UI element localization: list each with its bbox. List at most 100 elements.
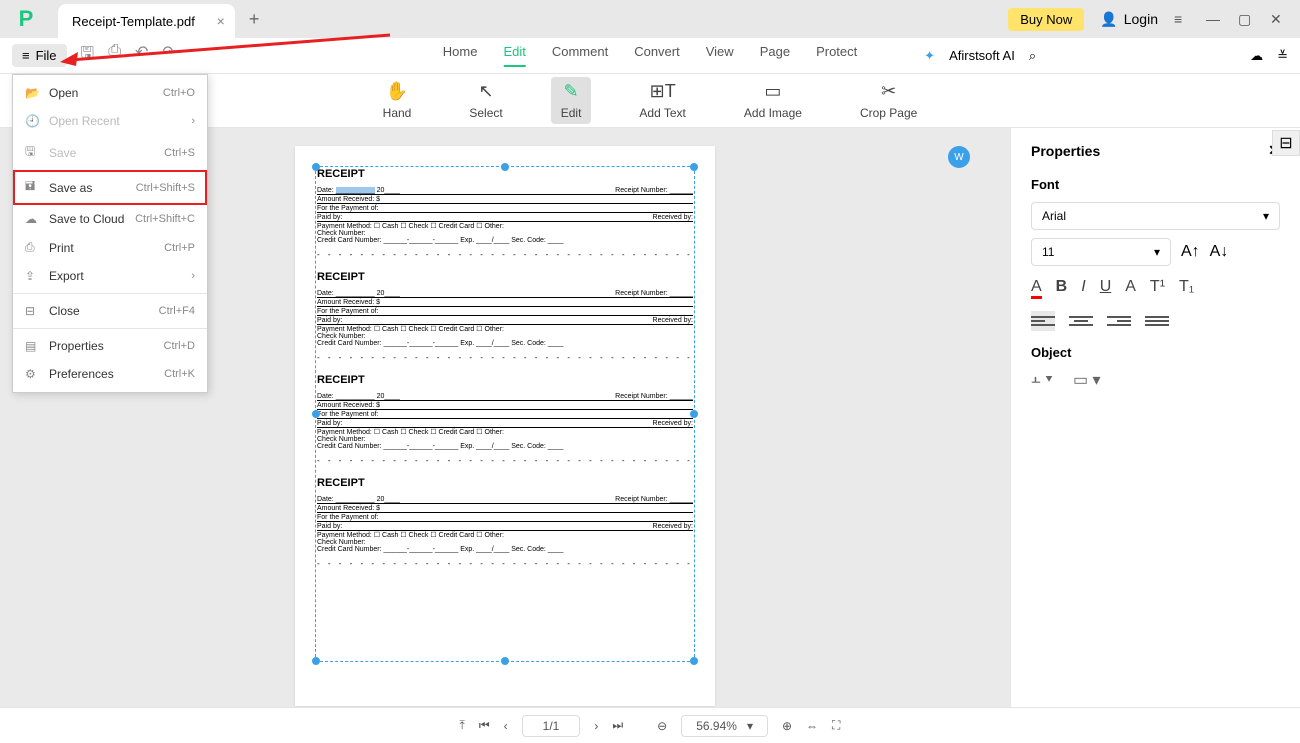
tab-convert[interactable]: Convert bbox=[634, 44, 680, 67]
menu-open[interactable]: 📂OpenCtrl+O bbox=[13, 79, 207, 107]
object-section-label: Object bbox=[1031, 345, 1280, 360]
prev-page-icon[interactable]: ‹ bbox=[504, 719, 508, 733]
next-page-icon[interactable]: › bbox=[594, 719, 598, 733]
subscript-icon[interactable]: T₁ bbox=[1179, 278, 1194, 299]
save-as-icon: 🖬 bbox=[25, 177, 39, 198]
file-dropdown-menu: 📂OpenCtrl+O 🕘Open Recent› 🖫SaveCtrl+S 🖬S… bbox=[12, 74, 208, 393]
align-center-icon[interactable] bbox=[1069, 311, 1093, 331]
align-left-icon[interactable] bbox=[1031, 311, 1055, 331]
page-number-field[interactable]: 1/1 bbox=[522, 715, 581, 737]
buy-now-button[interactable]: Buy Now bbox=[1008, 8, 1084, 31]
superscript-icon[interactable]: T¹ bbox=[1150, 278, 1165, 299]
menu-save-cloud[interactable]: ☁Save to CloudCtrl+Shift+C bbox=[13, 205, 207, 233]
bold-icon[interactable]: B bbox=[1056, 278, 1068, 299]
app-logo: P bbox=[12, 5, 40, 33]
gear-icon: ⚙ bbox=[25, 367, 39, 381]
crop-icon: ✂ bbox=[881, 81, 896, 102]
distribute-icon[interactable]: ▭ ▾ bbox=[1073, 370, 1101, 390]
search-icon[interactable]: ⌕ bbox=[1029, 48, 1036, 64]
underline-icon[interactable]: U bbox=[1100, 278, 1112, 299]
hand-tool[interactable]: ✋Hand bbox=[373, 77, 422, 124]
menu-close[interactable]: ⊟CloseCtrl+F4 bbox=[13, 297, 207, 325]
menu-properties[interactable]: ▤PropertiesCtrl+D bbox=[13, 332, 207, 360]
cursor-icon: ↖ bbox=[478, 81, 493, 102]
zoom-out-icon[interactable]: ⊖ bbox=[657, 719, 667, 733]
zoom-in-icon[interactable]: ⊕ bbox=[782, 719, 792, 733]
font-color-icon[interactable]: A bbox=[1031, 278, 1042, 299]
menu-preferences[interactable]: ⚙PreferencesCtrl+K bbox=[13, 360, 207, 388]
chevron-down-icon: ▾ bbox=[1154, 245, 1160, 259]
right-rail-toggle[interactable]: ⊟ bbox=[1272, 130, 1300, 156]
hamburger-icon[interactable]: ≡ bbox=[1174, 11, 1190, 27]
fit-page-icon[interactable]: ⛶ bbox=[832, 718, 840, 733]
scroll-top-icon[interactable]: ⤒ bbox=[460, 718, 465, 733]
close-window-icon[interactable]: ✕ bbox=[1270, 11, 1286, 28]
select-tool[interactable]: ↖Select bbox=[459, 77, 512, 124]
menu-export[interactable]: ⇪Export› bbox=[13, 262, 207, 290]
menu-save-as[interactable]: 🖬Save asCtrl+Shift+S bbox=[13, 170, 207, 205]
clock-icon: 🕘 bbox=[25, 114, 39, 128]
print-icon: ⎙ bbox=[25, 240, 39, 255]
maximize-icon[interactable]: ▢ bbox=[1238, 11, 1254, 28]
add-text-tool[interactable]: ⊞TAdd Text bbox=[629, 77, 695, 124]
file-menu-button[interactable]: ≡ File bbox=[12, 44, 67, 67]
print-icon[interactable]: ⎙ bbox=[108, 42, 121, 69]
align-right-icon[interactable] bbox=[1107, 311, 1131, 331]
decrease-font-icon[interactable]: A↓ bbox=[1210, 243, 1229, 261]
crop-tool[interactable]: ✂Crop Page bbox=[850, 77, 927, 124]
chevron-right-icon: › bbox=[191, 270, 195, 282]
document-tab[interactable]: Receipt-Template.pdf × bbox=[58, 4, 235, 38]
save-icon[interactable]: 🖫 bbox=[81, 42, 95, 69]
edit-tool[interactable]: ✎Edit bbox=[551, 77, 592, 124]
image-icon: ▭ bbox=[764, 81, 781, 102]
tab-home[interactable]: Home bbox=[443, 44, 478, 67]
selection-outline[interactable] bbox=[315, 166, 695, 662]
menu-open-recent[interactable]: 🕘Open Recent› bbox=[13, 107, 207, 135]
font-size-input[interactable]: 11▾ bbox=[1031, 238, 1171, 266]
italic-icon[interactable]: I bbox=[1081, 278, 1085, 299]
font-family-select[interactable]: Arial▾ bbox=[1031, 202, 1280, 230]
status-bar: ⤒ ⏮ ‹ 1/1 › ⏭ ⊖ 56.94%▾ ⊕ ⇔ ⛶ bbox=[0, 707, 1300, 743]
tab-view[interactable]: View bbox=[706, 44, 734, 67]
ai-label[interactable]: Afirstsoft AI bbox=[949, 48, 1015, 63]
close-tab-icon[interactable]: × bbox=[217, 13, 225, 29]
fit-width-icon[interactable]: ⇔ bbox=[806, 719, 818, 733]
word-export-badge[interactable]: W bbox=[948, 146, 970, 168]
add-image-tool[interactable]: ▭Add Image bbox=[734, 77, 812, 124]
first-page-icon[interactable]: ⏮ bbox=[479, 718, 490, 733]
redo-icon[interactable]: ↷ bbox=[162, 42, 175, 69]
chevron-down-icon: ▾ bbox=[747, 719, 753, 733]
last-page-icon[interactable]: ⏭ bbox=[612, 718, 623, 733]
ai-sparkle-icon: ✦ bbox=[924, 48, 935, 64]
chevron-right-icon: › bbox=[191, 115, 195, 127]
menu-icon: ≡ bbox=[22, 48, 30, 63]
minimize-icon[interactable]: — bbox=[1206, 11, 1222, 27]
align-objects-icon[interactable]: ⫠ ▾ bbox=[1031, 370, 1053, 390]
text-icon: ⊞T bbox=[650, 81, 676, 102]
titlebar: P Receipt-Template.pdf × + Buy Now 👤 Log… bbox=[0, 0, 1300, 38]
pdf-page[interactable]: RECEIPT Date: __________ 20____Receipt N… bbox=[295, 146, 715, 706]
cloud-icon[interactable]: ☁ bbox=[1250, 48, 1263, 64]
increase-font-icon[interactable]: A↑ bbox=[1181, 243, 1200, 261]
panel-title: Properties bbox=[1031, 143, 1100, 159]
edit-icon: ✎ bbox=[564, 81, 579, 102]
align-justify-icon[interactable] bbox=[1145, 311, 1169, 331]
tab-protect[interactable]: Protect bbox=[816, 44, 857, 67]
collapse-icon[interactable]: ≚ bbox=[1277, 48, 1288, 64]
login-button[interactable]: 👤 Login bbox=[1100, 11, 1158, 28]
tab-page[interactable]: Page bbox=[760, 44, 790, 67]
tab-title: Receipt-Template.pdf bbox=[72, 14, 195, 29]
font-icon[interactable]: A bbox=[1125, 278, 1136, 299]
new-tab-button[interactable]: + bbox=[249, 9, 260, 30]
folder-icon: 📂 bbox=[25, 86, 39, 100]
chevron-down-icon: ▾ bbox=[1263, 209, 1269, 223]
properties-panel: Properties ✕ Font Arial▾ 11▾ A↑ A↓ A B I… bbox=[1010, 128, 1300, 707]
hand-icon: ✋ bbox=[386, 81, 408, 102]
save-icon: 🖫 bbox=[25, 142, 39, 163]
zoom-field[interactable]: 56.94%▾ bbox=[681, 715, 768, 737]
menu-print[interactable]: ⎙PrintCtrl+P bbox=[13, 233, 207, 262]
undo-icon[interactable]: ↶ bbox=[135, 42, 148, 69]
tab-edit[interactable]: Edit bbox=[503, 44, 525, 67]
tab-comment[interactable]: Comment bbox=[552, 44, 608, 67]
cloud-icon: ☁ bbox=[25, 212, 39, 226]
